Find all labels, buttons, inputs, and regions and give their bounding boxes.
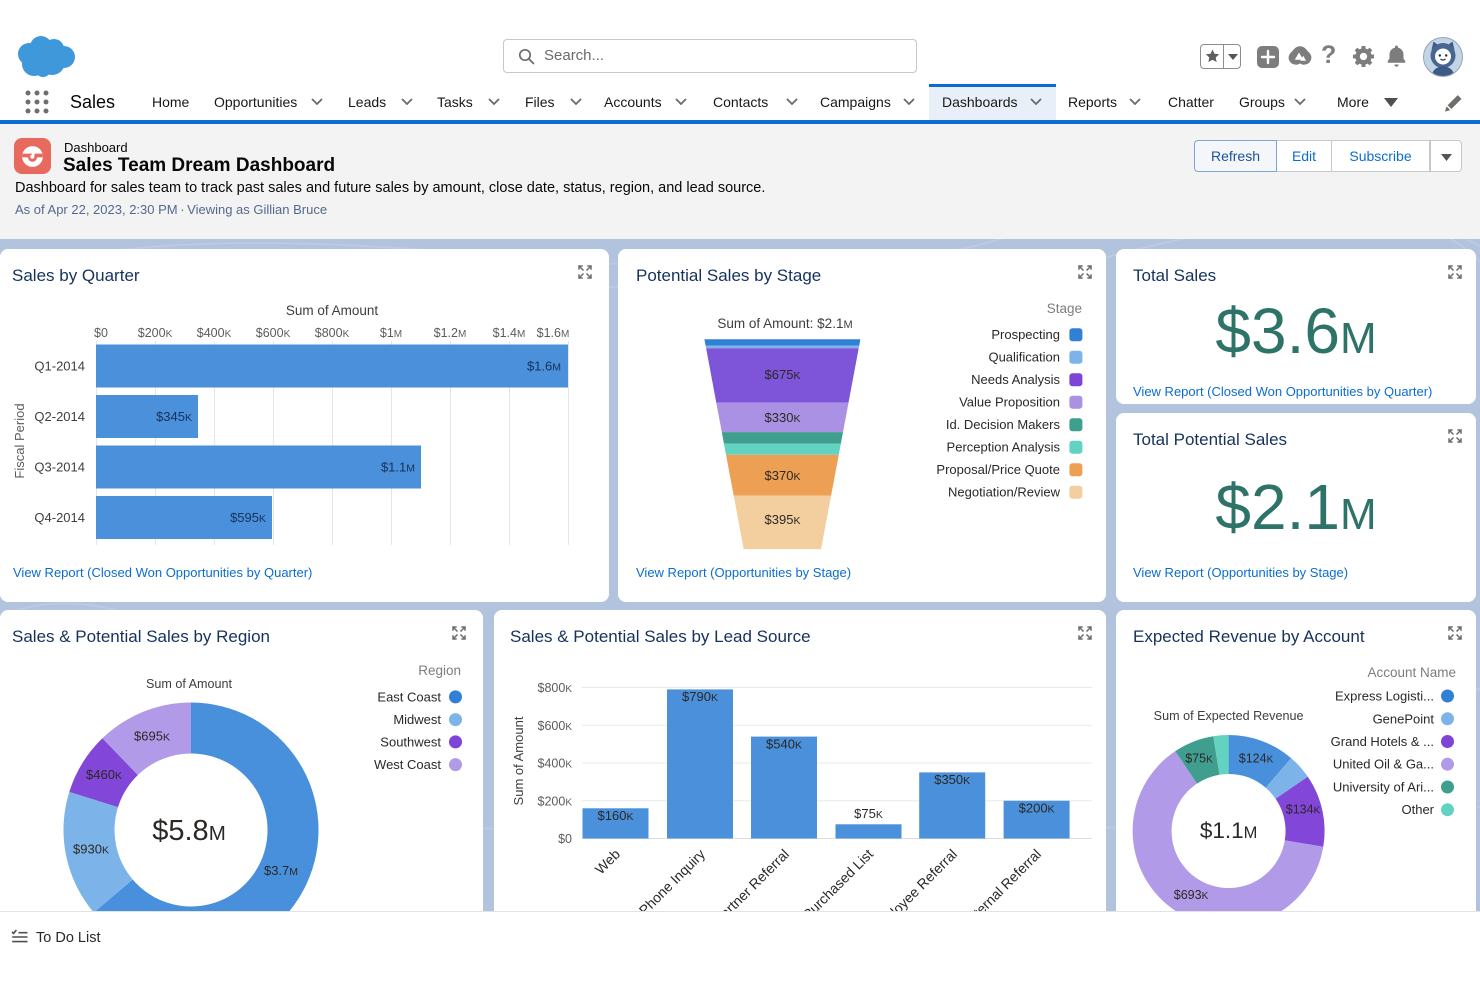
svg-text:Account Name: Account Name: [1367, 665, 1456, 680]
svg-text:$400K: $400K: [538, 757, 573, 771]
svg-text:$0: $0: [558, 832, 572, 846]
svg-text:$1.1M: $1.1M: [381, 460, 415, 475]
svg-text:East Coast: East Coast: [377, 689, 441, 704]
svg-text:Stage: Stage: [1047, 301, 1082, 316]
svg-text:$2.1M: $2.1M: [1215, 471, 1376, 543]
svg-text:$160K: $160K: [598, 808, 634, 823]
svg-text:$75K: $75K: [854, 806, 883, 821]
svg-text:Region: Region: [418, 663, 461, 678]
svg-text:$1.6M: $1.6M: [537, 326, 570, 340]
svg-text:$1M: $1M: [380, 326, 402, 340]
svg-text:$134K: $134K: [1286, 803, 1321, 817]
svg-text:Q4-2014: Q4-2014: [34, 510, 85, 525]
svg-text:$600K: $600K: [538, 719, 573, 733]
svg-text:$800K: $800K: [538, 681, 573, 695]
svg-text:$0: $0: [94, 326, 108, 340]
svg-text:Proposal/Price Quote: Proposal/Price Quote: [936, 462, 1060, 477]
svg-text:Sum of Expected Revenue: Sum of Expected Revenue: [1154, 709, 1304, 723]
svg-text:$3.6M: $3.6M: [1215, 295, 1376, 367]
svg-text:Sum of Amount: Sum of Amount: [286, 303, 379, 318]
svg-text:Express Logisti...: Express Logisti...: [1335, 689, 1434, 704]
svg-text:$350K: $350K: [934, 772, 970, 787]
svg-text:Southwest: Southwest: [380, 734, 441, 749]
svg-text:Perception Analysis: Perception Analysis: [947, 440, 1061, 455]
svg-text:$790K: $790K: [682, 689, 718, 704]
svg-text:Purchased List: Purchased List: [799, 846, 876, 911]
svg-text:$800K: $800K: [315, 326, 350, 340]
svg-text:Phone Inquiry: Phone Inquiry: [636, 846, 708, 911]
svg-text:$595K: $595K: [230, 510, 266, 525]
svg-text:$1.2M: $1.2M: [434, 326, 467, 340]
svg-text:$1.4M: $1.4M: [493, 326, 526, 340]
svg-text:GenePoint: GenePoint: [1373, 711, 1435, 726]
svg-text:United Oil & Ga...: United Oil & Ga...: [1333, 757, 1434, 772]
svg-text:$1.6M: $1.6M: [527, 359, 561, 374]
svg-text:$1.1M: $1.1M: [1200, 818, 1258, 843]
svg-text:$395K: $395K: [765, 512, 801, 527]
svg-text:$695K: $695K: [134, 729, 170, 744]
svg-text:External Referral: External Referral: [959, 846, 1045, 911]
svg-text:$200K: $200K: [538, 794, 573, 808]
svg-text:Value Proposition: Value Proposition: [959, 395, 1060, 410]
svg-text:$370K: $370K: [765, 468, 801, 483]
svg-text:University of Ari...: University of Ari...: [1333, 780, 1434, 795]
svg-text:$345K: $345K: [156, 409, 192, 424]
svg-text:$5.8M: $5.8M: [152, 815, 226, 847]
svg-text:$400K: $400K: [197, 326, 232, 340]
svg-text:Midwest: Midwest: [393, 712, 441, 727]
svg-text:West Coast: West Coast: [374, 757, 441, 772]
svg-text:Web: Web: [592, 846, 624, 878]
svg-text:$600K: $600K: [256, 326, 291, 340]
svg-text:Employee Referral: Employee Referral: [867, 846, 960, 911]
svg-text:Sum of Amount: Sum of Amount: [511, 716, 526, 805]
svg-text:Needs Analysis: Needs Analysis: [971, 372, 1060, 387]
svg-text:$675K: $675K: [765, 367, 801, 382]
svg-text:Grand Hotels & ...: Grand Hotels & ...: [1331, 734, 1434, 749]
svg-text:Qualification: Qualification: [988, 350, 1060, 365]
svg-text:$693K: $693K: [1174, 888, 1209, 902]
svg-text:$540K: $540K: [766, 737, 802, 752]
svg-text:Q3-2014: Q3-2014: [34, 460, 85, 475]
svg-text:$330K: $330K: [765, 410, 801, 425]
svg-text:$200K: $200K: [138, 326, 173, 340]
svg-text:$460K: $460K: [86, 767, 122, 782]
svg-text:$930K: $930K: [73, 842, 109, 857]
svg-text:Sum of Amount: $2.1M: Sum of Amount: $2.1M: [717, 316, 852, 331]
svg-text:$200K: $200K: [1019, 801, 1055, 816]
svg-text:Negotiation/Review: Negotiation/Review: [948, 485, 1061, 500]
svg-text:$75K: $75K: [1185, 752, 1213, 766]
svg-text:Partner Referral: Partner Referral: [710, 846, 792, 911]
svg-text:$3.7M: $3.7M: [264, 863, 298, 878]
svg-text:Q2-2014: Q2-2014: [34, 409, 85, 424]
svg-text:Fiscal Period: Fiscal Period: [12, 403, 27, 478]
svg-text:Q1-2014: Q1-2014: [34, 359, 85, 374]
svg-text:Prospecting: Prospecting: [991, 327, 1060, 342]
svg-text:$124K: $124K: [1239, 752, 1274, 766]
svg-text:Other: Other: [1401, 802, 1434, 817]
svg-text:Id. Decision Makers: Id. Decision Makers: [946, 417, 1061, 432]
svg-text:Sum of Amount: Sum of Amount: [146, 677, 233, 691]
